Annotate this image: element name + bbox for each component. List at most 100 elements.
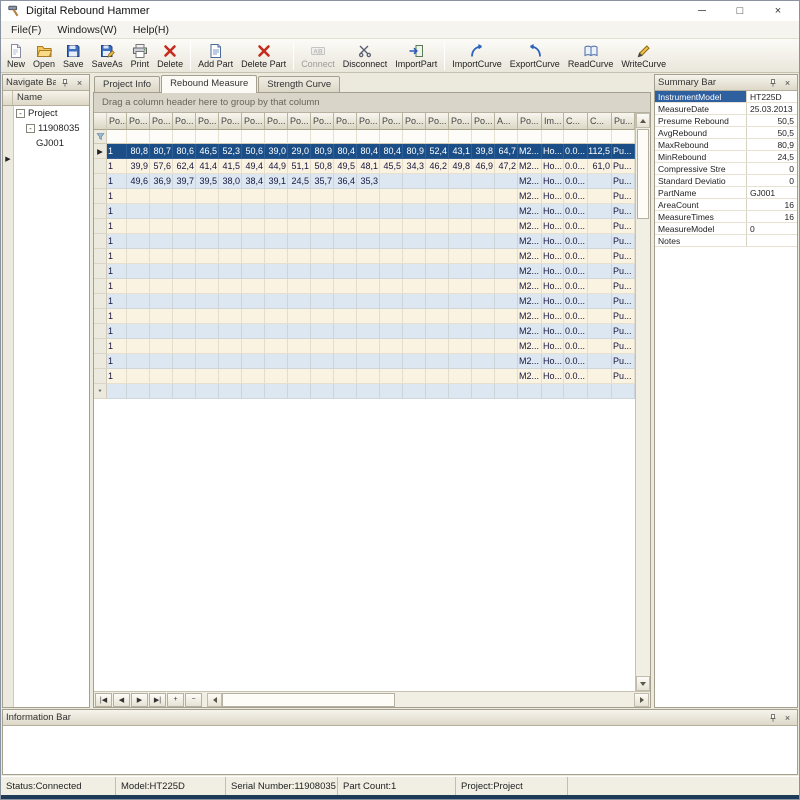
delete-record-button[interactable]: − <box>185 693 202 707</box>
grid-row[interactable]: 1M2...Ho...0.0...Pu... <box>94 249 635 264</box>
column-header-19[interactable]: Po... <box>518 113 542 130</box>
filter-cell[interactable] <box>612 130 635 144</box>
tree-item-11908035[interactable]: -11908035 <box>3 121 89 136</box>
grid-row[interactable]: 1M2...Ho...0.0...Pu... <box>94 264 635 279</box>
close-button[interactable]: × <box>771 5 785 17</box>
column-header-7[interactable]: Po... <box>242 113 265 130</box>
new-button[interactable]: New <box>3 40 29 72</box>
grid-row[interactable]: 1M2...Ho...0.0...Pu... <box>94 219 635 234</box>
menu-item-windows[interactable]: Windows(W) <box>49 22 125 38</box>
column-header-10[interactable]: Po... <box>311 113 334 130</box>
column-header-14[interactable]: Po... <box>403 113 426 130</box>
scroll-left-icon[interactable] <box>207 693 222 707</box>
column-header-3[interactable]: Po... <box>150 113 173 130</box>
filter-cell[interactable] <box>380 130 403 144</box>
grid-row[interactable]: 1M2...Ho...0.0...Pu... <box>94 309 635 324</box>
open-button[interactable]: Open <box>29 40 59 72</box>
filter-cell[interactable] <box>107 130 127 144</box>
filter-cell[interactable] <box>518 130 542 144</box>
menu-item-help[interactable]: Help(H) <box>125 22 177 38</box>
property-value[interactable]: 0 <box>747 163 797 174</box>
horizontal-scrollbar-thumb[interactable] <box>222 693 395 707</box>
column-header-1[interactable]: Po... <box>107 113 127 130</box>
property-value[interactable]: 0 <box>747 175 797 186</box>
grid-row[interactable]: 1M2...Ho...0.0...Pu... <box>94 354 635 369</box>
grid-row[interactable]: 1M2...Ho...0.0...Pu... <box>94 369 635 384</box>
filter-cell[interactable] <box>265 130 288 144</box>
filter-cell[interactable] <box>472 130 495 144</box>
property-value[interactable]: HT225D <box>747 91 797 102</box>
first-record-button[interactable]: |◀ <box>95 693 112 707</box>
disconnect-button[interactable]: Disconnect <box>339 40 392 72</box>
filter-cell[interactable] <box>542 130 564 144</box>
grid-row[interactable]: 1M2...Ho...0.0...Pu... <box>94 189 635 204</box>
horizontal-scrollbar[interactable] <box>207 693 649 707</box>
filter-cell[interactable] <box>196 130 219 144</box>
property-value[interactable]: 16 <box>747 199 797 210</box>
column-header-17[interactable]: Po... <box>472 113 495 130</box>
grid-row[interactable]: 1M2...Ho...0.0...Pu... <box>94 204 635 219</box>
grid-row[interactable]: 149,636,939,739,538,038,439,124,535,736,… <box>94 174 635 189</box>
tree-name-column-header[interactable]: Name <box>13 91 89 105</box>
pin-icon[interactable] <box>766 711 779 724</box>
column-header-11[interactable]: Po... <box>334 113 357 130</box>
filter-cell[interactable] <box>495 130 518 144</box>
filter-cell[interactable] <box>426 130 449 144</box>
filter-cell[interactable] <box>219 130 242 144</box>
tab-rebound-measure[interactable]: Rebound Measure <box>161 75 257 93</box>
connect-button[interactable]: ABConnect <box>297 40 339 72</box>
scroll-right-icon[interactable] <box>634 693 649 707</box>
filter-cell[interactable] <box>588 130 612 144</box>
vertical-scrollbar-thumb[interactable] <box>637 129 649 219</box>
export-curve-button[interactable]: ExportCurve <box>506 40 564 72</box>
column-header-18[interactable]: A... <box>495 113 518 130</box>
filter-cell[interactable] <box>150 130 173 144</box>
import-curve-button[interactable]: ImportCurve <box>448 40 506 72</box>
pin-icon[interactable] <box>58 76 71 89</box>
filter-cell[interactable] <box>311 130 334 144</box>
tab-project-info[interactable]: Project Info <box>94 76 160 92</box>
column-header-16[interactable]: Po... <box>449 113 472 130</box>
delete-button[interactable]: Delete <box>153 40 187 72</box>
column-header-5[interactable]: Po... <box>196 113 219 130</box>
read-curve-button[interactable]: ReadCurve <box>564 40 618 72</box>
filter-cell[interactable] <box>242 130 265 144</box>
grid-row[interactable]: * <box>94 384 635 399</box>
property-value[interactable]: 0 <box>747 223 797 234</box>
grid-row[interactable]: 1M2...Ho...0.0...Pu... <box>94 279 635 294</box>
property-value[interactable]: 16 <box>747 211 797 222</box>
column-header-12[interactable]: Po... <box>357 113 380 130</box>
menu-item-file[interactable]: File(F) <box>3 22 49 38</box>
column-header-2[interactable]: Po... <box>127 113 150 130</box>
filter-cell[interactable] <box>334 130 357 144</box>
expander-icon[interactable]: - <box>16 109 25 118</box>
property-value[interactable]: 50,5 <box>747 115 797 126</box>
import-part-button[interactable]: ImportPart <box>391 40 441 72</box>
column-header-6[interactable]: Po... <box>219 113 242 130</box>
grid-row[interactable]: 1M2...Ho...0.0...Pu... <box>94 324 635 339</box>
column-header-15[interactable]: Po... <box>426 113 449 130</box>
tree-item-project[interactable]: -Project <box>3 106 89 121</box>
property-value[interactable] <box>747 235 797 246</box>
expander-icon[interactable]: - <box>26 124 35 133</box>
filter-cell[interactable] <box>173 130 196 144</box>
minimize-button[interactable]: ─ <box>695 5 709 17</box>
next-record-button[interactable]: ▶ <box>131 693 148 707</box>
grid-row[interactable]: 1M2...Ho...0.0...Pu... <box>94 294 635 309</box>
scroll-down-icon[interactable] <box>636 676 650 691</box>
tree-item-gj001[interactable]: GJ001 <box>3 136 89 151</box>
delete-part-button[interactable]: Delete Part <box>237 40 290 72</box>
grid-row[interactable]: 139,957,662,441,441,549,444,951,150,849,… <box>94 159 635 174</box>
write-curve-button[interactable]: WriteCurve <box>617 40 670 72</box>
add-part-button[interactable]: Add Part <box>194 40 237 72</box>
prev-record-button[interactable]: ◀ <box>113 693 130 707</box>
append-record-button[interactable]: + <box>167 693 184 707</box>
column-header-13[interactable]: Po... <box>380 113 403 130</box>
property-value[interactable]: 50,5 <box>747 127 797 138</box>
close-icon[interactable]: × <box>73 76 86 89</box>
funnel-icon[interactable] <box>94 130 107 144</box>
column-header-21[interactable]: C... <box>564 113 588 130</box>
tab-strength-curve[interactable]: Strength Curve <box>258 76 340 92</box>
column-header-8[interactable]: Po... <box>265 113 288 130</box>
filter-cell[interactable] <box>564 130 588 144</box>
